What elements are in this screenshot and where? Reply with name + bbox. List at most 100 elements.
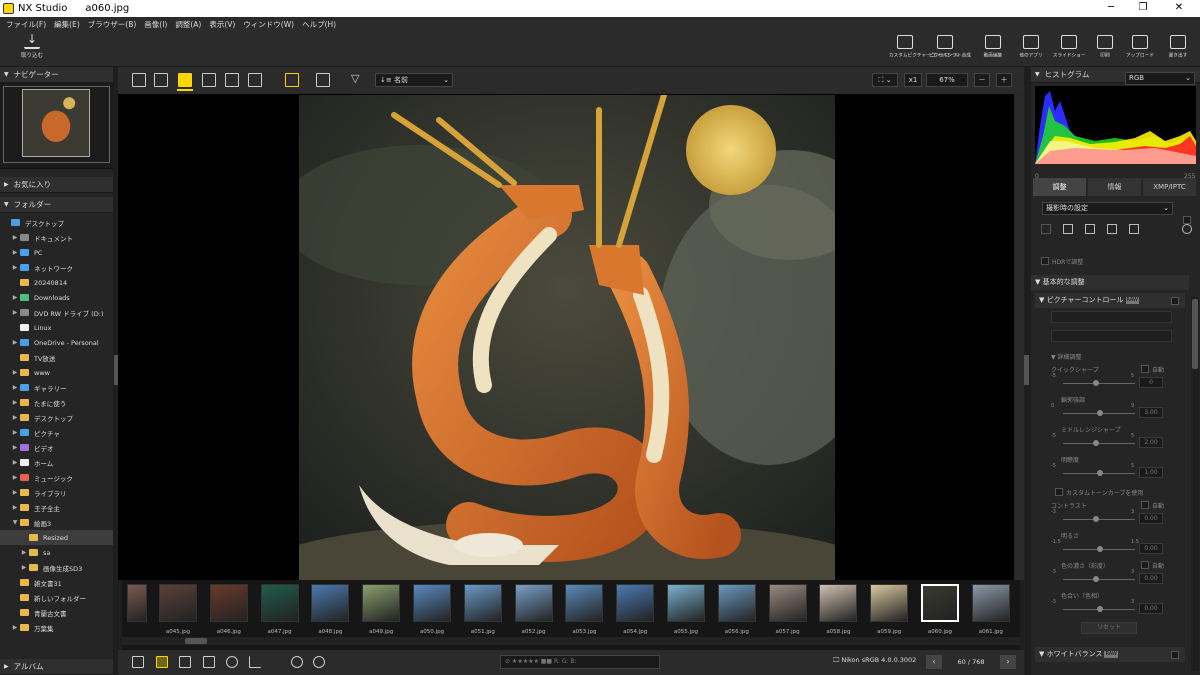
adjust-slider[interactable] [1063, 579, 1135, 580]
folder-item[interactable]: 新しいフォルダー [0, 590, 113, 605]
folder-item[interactable]: デスクトップ [0, 215, 113, 230]
fullscreen-icon[interactable] [316, 73, 330, 87]
adjust-slider[interactable] [1063, 383, 1135, 384]
filmstrip-thumbnail[interactable] [717, 584, 756, 622]
white-balance-checkbox[interactable] [1171, 651, 1179, 659]
chevron-right-icon[interactable]: ▶ [11, 459, 19, 466]
chevron-right-icon[interactable]: ▶ [11, 399, 19, 406]
folder-item[interactable]: ▶ OneDrive - Personal [0, 335, 113, 350]
folder-item[interactable]: ▶ Downloads [0, 290, 113, 305]
chevron-right-icon[interactable]: ▶ [11, 504, 19, 511]
filmstrip-toggle-icon[interactable] [285, 73, 299, 87]
filmstrip-thumbnail[interactable] [565, 584, 604, 622]
folder-item[interactable]: ▼ 絵画3 [0, 515, 113, 530]
folder-item[interactable]: Linux [0, 320, 113, 335]
slider-value[interactable]: 0.00 [1139, 573, 1163, 584]
toolbar-button[interactable]: 書き出す [1159, 35, 1197, 59]
slider-value[interactable]: 0.00 [1139, 543, 1163, 554]
retouch-icon[interactable] [1041, 224, 1051, 234]
chevron-right-icon[interactable]: ▶ [11, 414, 19, 421]
viewer-scrollbar[interactable] [1014, 94, 1024, 580]
histogram-icon[interactable] [249, 656, 261, 668]
filmstrip-thumbnail[interactable] [870, 584, 909, 622]
adjust-slider[interactable] [1063, 519, 1135, 520]
folder-item[interactable]: ▶ PC [0, 245, 113, 260]
rotate-left-icon[interactable] [291, 656, 303, 668]
histogram-channel-select[interactable]: RGB ⌄ [1125, 72, 1195, 85]
album-header[interactable]: ▶ アルバム [0, 659, 113, 675]
menu-item[interactable]: 画像(I) [144, 19, 167, 30]
image-viewer[interactable] [118, 94, 1024, 580]
maximize-icon[interactable]: ❐ [1128, 0, 1158, 17]
favorites-header[interactable]: ▶ お気に入り [0, 177, 113, 193]
chevron-right-icon[interactable]: ▶ [11, 294, 19, 301]
chevron-right-icon[interactable]: ▶ [11, 444, 19, 451]
toolbar-button[interactable]: 動画編集 [974, 35, 1012, 59]
zoom-out-icon[interactable]: － [974, 73, 990, 87]
slider-knob[interactable] [1097, 546, 1103, 552]
filmstrip-thumbnail[interactable] [260, 584, 299, 622]
zoom-percent-select[interactable]: 67% [926, 73, 968, 87]
filmstrip-thumbnail[interactable] [159, 584, 197, 622]
folder-item[interactable]: 雑文書31 [0, 575, 113, 590]
white-balance-header[interactable]: ▼ ホワイトバランス RAW [1035, 647, 1185, 662]
menu-item[interactable]: ヘルプ(H) [302, 19, 336, 30]
zoom-in-icon[interactable]: ＋ [996, 73, 1012, 87]
panel-tab[interactable]: XMP/IPTC [1143, 178, 1196, 196]
next-image-button[interactable]: › [1000, 655, 1016, 669]
auto-checkbox[interactable] [1141, 365, 1149, 373]
minimize-icon[interactable]: ─ [1096, 0, 1126, 17]
eraser-icon[interactable] [1063, 224, 1073, 234]
folder-item[interactable]: ▶ DVD RW ドライブ (D:) [0, 305, 113, 320]
filmstrip-thumbnail[interactable] [768, 584, 807, 622]
filmstrip-thumbnail[interactable] [514, 584, 553, 622]
previous-image-button[interactable]: ‹ [926, 655, 942, 669]
hdr-checkbox[interactable] [1041, 257, 1049, 265]
slider-knob[interactable] [1093, 440, 1099, 446]
toolbar-button[interactable]: スライドショー [1050, 35, 1088, 59]
menu-item[interactable]: 表示(V) [209, 19, 235, 30]
menu-item[interactable]: ブラウザー(B) [88, 19, 137, 30]
chevron-right-icon[interactable]: ▶ [11, 384, 19, 391]
picture-control-sub-select[interactable] [1051, 330, 1172, 342]
filmstrip-thumbnail[interactable] [209, 584, 248, 622]
folder-item[interactable]: 青蘭古文書 [0, 605, 113, 620]
menu-item[interactable]: 編集(E) [54, 19, 80, 30]
filmstrip-thumbnail[interactable] [127, 584, 147, 622]
auto-checkbox[interactable] [1141, 561, 1149, 569]
right-panel-scroll-knob[interactable] [1192, 299, 1198, 369]
slider-knob[interactable] [1097, 606, 1103, 612]
folder-item[interactable]: ▶ 王子全主 [0, 500, 113, 515]
chevron-right-icon[interactable]: ▶ [11, 309, 19, 316]
gear-icon[interactable] [1182, 224, 1192, 234]
label-icon[interactable] [179, 656, 191, 668]
chevron-right-icon[interactable]: ▶ [11, 369, 19, 376]
toolbar-button[interactable]: アップロード [1121, 35, 1159, 59]
chevron-right-icon[interactable]: ▶ [20, 549, 28, 556]
crop-icon[interactable] [1107, 224, 1117, 234]
detail-adjust-header[interactable]: ▼ 詳細調整 [1051, 352, 1082, 361]
custom-curve-checkbox[interactable] [1055, 488, 1063, 496]
slider-value[interactable]: 1.00 [1139, 467, 1163, 478]
slider-value[interactable]: 2.00 [1139, 437, 1163, 448]
import-button[interactable]: 取り込む [12, 32, 52, 59]
filmstrip-thumbnail[interactable] [413, 584, 451, 622]
folder-item[interactable]: ▶ デスクトップ [0, 410, 113, 425]
chevron-right-icon[interactable]: ▶ [11, 489, 19, 496]
panel-tab[interactable]: 調整 [1033, 178, 1086, 196]
compare-4-icon[interactable] [225, 73, 239, 87]
slider-knob[interactable] [1093, 516, 1099, 522]
info-icon[interactable] [226, 656, 238, 668]
grid-overlay-icon[interactable] [203, 656, 215, 668]
navigator-preview[interactable] [0, 83, 113, 169]
filmstrip-thumbnail[interactable] [667, 584, 705, 622]
folder-item[interactable]: ▶ ミュージック [0, 470, 113, 485]
menu-item[interactable]: ウィンドウ(W) [243, 19, 294, 30]
filmstrip-thumbnail[interactable] [616, 584, 655, 622]
select-all-icon[interactable] [132, 656, 144, 668]
folder-item[interactable]: 20240814 [0, 275, 113, 290]
picture-control-header[interactable]: ▼ ピクチャーコントロール RAW [1035, 293, 1185, 308]
distortion-icon[interactable] [1129, 224, 1139, 234]
toolbar-button[interactable]: カスタムピクチャーコントロール [886, 35, 959, 59]
auto-checkbox[interactable] [1141, 501, 1149, 509]
